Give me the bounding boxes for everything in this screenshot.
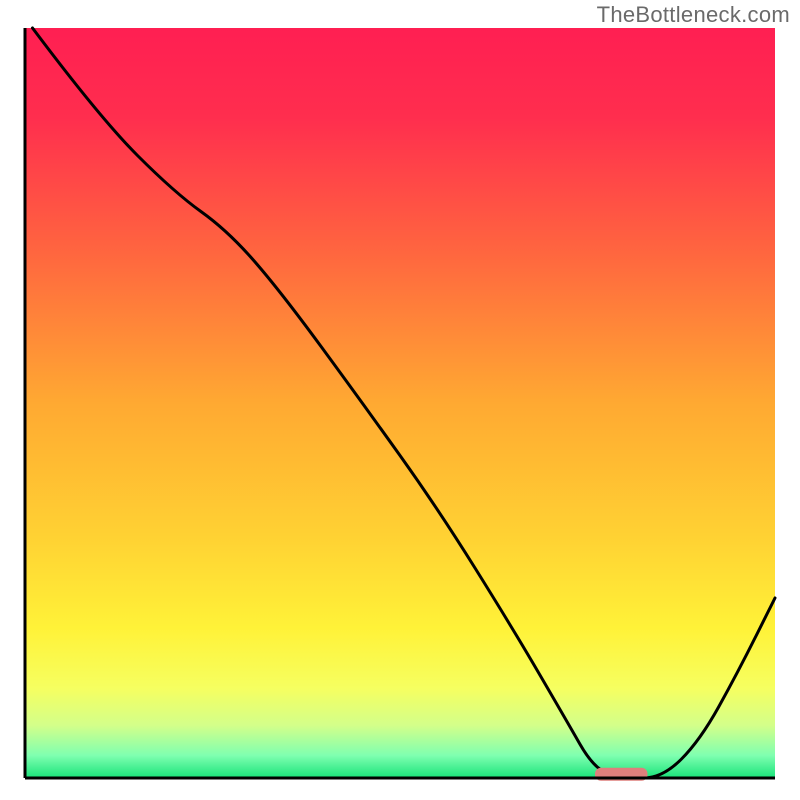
chart-frame: TheBottleneck.com: [0, 0, 800, 800]
bottleneck-chart: [0, 0, 800, 800]
gradient-background: [25, 28, 775, 778]
